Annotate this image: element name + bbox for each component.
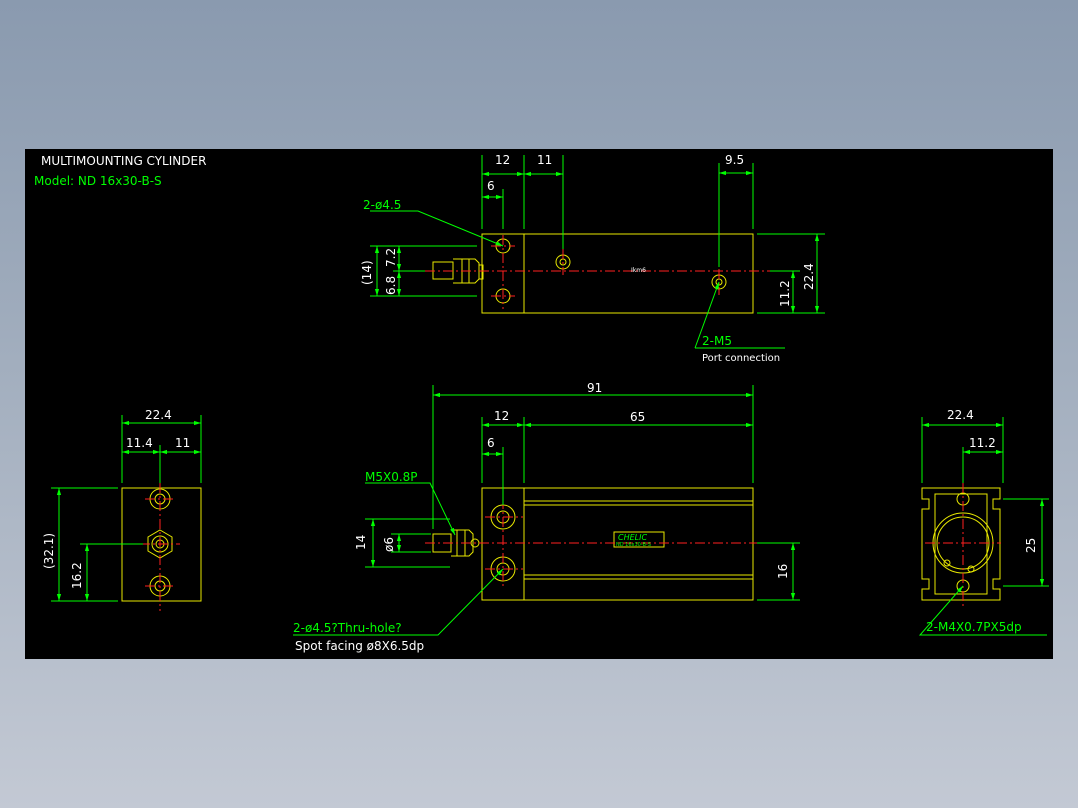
top-dim-11-2: 11.2 [778,280,792,307]
top-port-note: Port connection [702,353,780,364]
front-spot-label: Spot facing ø8X6.5dp [295,639,424,653]
front-view: 91 12 65 6 M5X0.8P 2-ø4.5?Thru-hole? Spo… [293,381,800,653]
left-end-view: 22.4 11.4 11 (32.1) 16.2 [42,408,202,611]
right-dim-11-2: 11.2 [969,436,996,450]
right-tap-label: 2-M4X0.7PX5dp [926,620,1022,634]
model-label: Model: ND 16x30-B-S [34,174,162,188]
front-holes-label: 2-ø4.5?Thru-hole? [293,621,402,635]
top-port-label: 2-M5 [702,334,732,348]
drawing-title: MULTIMOUNTING CYLINDER [41,154,206,168]
top-dim-6-8: 6.8 [384,276,398,295]
title-block: MULTIMOUNTING CYLINDER Model: ND 16x30-B… [34,154,206,188]
top-dim-22-4: 22.4 [802,263,816,290]
front-dim-6: 6 [487,436,495,450]
top-dim-6: 6 [487,179,495,193]
right-dim-25: 25 [1024,538,1038,553]
top-dim-9-5: 9.5 [725,153,744,167]
left-dim-11: 11 [175,436,190,450]
left-dim-11-4: 11.4 [126,436,153,450]
front-dim-12: 12 [494,409,509,423]
top-dim-7-2: 7.2 [384,248,398,267]
front-dim-65: 65 [630,410,645,424]
brand-plate-model: ND 16x30-B-S [616,542,651,548]
left-dim-22-4: 22.4 [145,408,172,422]
top-dim-14: (14) [360,260,374,285]
front-dim-16: 16 [776,564,790,579]
right-dim-22-4: 22.4 [947,408,974,422]
top-view: 12 11 9.5 6 2-ø4.5 2-M5 Port connection … [360,153,825,364]
left-dim-16-2: 16.2 [70,562,84,589]
cad-svg: MULTIMOUNTING CYLINDER Model: ND 16x30-B… [34,153,1049,653]
top-holes-label: 2-ø4.5 [363,198,401,212]
top-dim-11: 11 [537,153,552,167]
front-dim-14: 14 [354,535,368,550]
cad-drawing-area: MULTIMOUNTING CYLINDER Model: ND 16x30-B… [25,149,1053,659]
brand-logo-text: CHELIC [618,533,647,542]
top-body-marking: Ikm6 [631,267,646,274]
left-dim-32-1: (32.1) [42,533,56,569]
front-dim-dia6: ø6 [382,537,396,552]
right-end-view: 22.4 11.2 25 2-M4X0.7PX5dp [918,408,1049,636]
front-dim-91: 91 [587,381,602,395]
top-dim-12: 12 [495,153,510,167]
front-thread-label: M5X0.8P [365,470,418,484]
